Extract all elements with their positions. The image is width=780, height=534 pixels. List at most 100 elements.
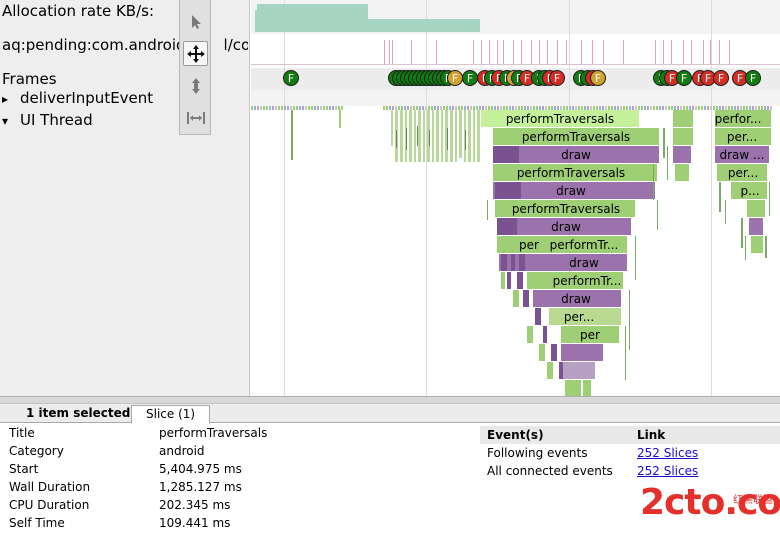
input-event-tick[interactable]: [407, 106, 409, 110]
input-event-tick[interactable]: [437, 106, 439, 110]
input-event-tick[interactable]: [425, 106, 427, 110]
frame-marker[interactable]: F: [549, 70, 565, 86]
input-event-tick[interactable]: [389, 106, 391, 110]
slice-label-draw[interactable]: draw: [561, 148, 591, 162]
input-event-tick[interactable]: [620, 106, 622, 110]
slice-label-perform-traversals[interactable]: performTraversals: [506, 112, 614, 126]
slice-label-perform-tr[interactable]: performTr...: [550, 238, 619, 252]
input-event-tick[interactable]: [536, 106, 538, 110]
input-event-tick[interactable]: [629, 106, 631, 110]
frame-marker[interactable]: F: [713, 70, 729, 86]
zoom-tool-button[interactable]: [183, 73, 208, 98]
input-event-tick[interactable]: [398, 106, 400, 110]
input-event-tick[interactable]: [320, 106, 322, 110]
input-event-tick[interactable]: [284, 106, 286, 110]
input-event-tick[interactable]: [569, 106, 571, 110]
input-event-tick[interactable]: [584, 106, 586, 110]
input-event-tick[interactable]: [440, 106, 442, 110]
input-event-tick[interactable]: [590, 106, 592, 110]
input-event-tick[interactable]: [554, 106, 556, 110]
input-event-tick[interactable]: [299, 106, 301, 110]
input-event-tick[interactable]: [503, 106, 505, 110]
input-event-tick[interactable]: [263, 106, 265, 110]
slice-label-per[interactable]: per: [519, 238, 539, 252]
track-deliver-input-event[interactable]: ▸ deliverInputEvent: [2, 89, 153, 107]
input-event-tick[interactable]: [422, 106, 424, 110]
input-event-tick[interactable]: [410, 106, 412, 110]
input-event-tick[interactable]: [305, 106, 307, 110]
input-event-tick[interactable]: [302, 106, 304, 110]
input-event-tick[interactable]: [260, 106, 262, 110]
input-event-tick[interactable]: [449, 106, 451, 110]
slice-label-draw[interactable]: draw: [569, 256, 599, 270]
input-event-tick[interactable]: [293, 106, 295, 110]
input-event-tick[interactable]: [392, 106, 394, 110]
slice-label-draw-dots[interactable]: draw ...: [720, 148, 765, 162]
input-event-tick[interactable]: [533, 106, 535, 110]
input-event-tick[interactable]: [521, 106, 523, 110]
input-event-tick[interactable]: [518, 106, 520, 110]
input-event-tick[interactable]: [509, 106, 511, 110]
track-label-frames[interactable]: Frames: [2, 70, 57, 88]
input-event-tick[interactable]: [611, 106, 613, 110]
frame-marker[interactable]: F: [745, 70, 761, 86]
slice-label-perform-traversals[interactable]: performTraversals: [522, 130, 630, 144]
input-event-tick[interactable]: [527, 106, 529, 110]
slice-label-draw[interactable]: draw: [556, 184, 586, 198]
timeline-canvas[interactable]: FFFFFFFFFFFFFFFFFFFFFFFFFFFFFFFFFFFFFFFF…: [251, 0, 780, 396]
input-event-tick[interactable]: [524, 106, 526, 110]
input-event-tick[interactable]: [626, 106, 628, 110]
input-event-tick[interactable]: [482, 106, 484, 110]
slice-label-per-dots[interactable]: per...: [564, 310, 594, 324]
input-event-tick[interactable]: [290, 106, 292, 110]
pan-tool-button[interactable]: [183, 41, 208, 66]
input-event-tick[interactable]: [452, 106, 454, 110]
input-event-tick[interactable]: [314, 106, 316, 110]
input-event-tick[interactable]: [413, 106, 415, 110]
input-event-tick[interactable]: [461, 106, 463, 110]
input-event-tick[interactable]: [608, 106, 610, 110]
input-event-tick[interactable]: [602, 106, 604, 110]
track-label-allocation-rate[interactable]: Allocation rate KB/s:: [2, 2, 154, 20]
input-event-tick[interactable]: [485, 106, 487, 110]
input-event-tick[interactable]: [557, 106, 559, 110]
panel-resize-handle[interactable]: [0, 396, 780, 404]
input-event-tick[interactable]: [563, 106, 565, 110]
slice-label-per[interactable]: per: [580, 328, 600, 342]
input-event-tick[interactable]: [500, 106, 502, 110]
input-event-tick[interactable]: [329, 106, 331, 110]
input-event-tick[interactable]: [530, 106, 532, 110]
collapse-arrow-icon[interactable]: ▾: [2, 114, 20, 128]
frame-marker[interactable]: F: [462, 70, 478, 86]
input-event-tick[interactable]: [254, 106, 256, 110]
input-event-tick[interactable]: [287, 106, 289, 110]
input-event-tick[interactable]: [623, 106, 625, 110]
slice-label-draw[interactable]: draw: [561, 292, 591, 306]
timing-tool-button[interactable]: [183, 105, 208, 130]
input-event-tick[interactable]: [383, 106, 385, 110]
input-event-tick[interactable]: [338, 106, 340, 110]
input-event-tick[interactable]: [488, 106, 490, 110]
input-event-tick[interactable]: [476, 106, 478, 110]
slice-label-perform-traversals[interactable]: performTraversals: [517, 166, 625, 180]
slice-label-perform-tr[interactable]: performTr...: [553, 274, 622, 288]
input-event-tick[interactable]: [512, 106, 514, 110]
input-event-tick[interactable]: [581, 106, 583, 110]
input-event-tick[interactable]: [281, 106, 283, 110]
input-event-tick[interactable]: [317, 106, 319, 110]
input-event-tick[interactable]: [296, 106, 298, 110]
input-event-tick[interactable]: [443, 106, 445, 110]
input-event-tick[interactable]: [278, 106, 280, 110]
input-event-tick[interactable]: [335, 106, 337, 110]
input-event-tick[interactable]: [311, 106, 313, 110]
input-event-tick[interactable]: [326, 106, 328, 110]
input-event-tick[interactable]: [428, 106, 430, 110]
input-event-tick[interactable]: [575, 106, 577, 110]
input-event-tick[interactable]: [632, 106, 634, 110]
input-event-tick[interactable]: [332, 106, 334, 110]
input-event-tick[interactable]: [257, 106, 259, 110]
input-event-tick[interactable]: [560, 106, 562, 110]
input-event-tick[interactable]: [599, 106, 601, 110]
input-event-tick[interactable]: [548, 106, 550, 110]
input-event-tick[interactable]: [578, 106, 580, 110]
